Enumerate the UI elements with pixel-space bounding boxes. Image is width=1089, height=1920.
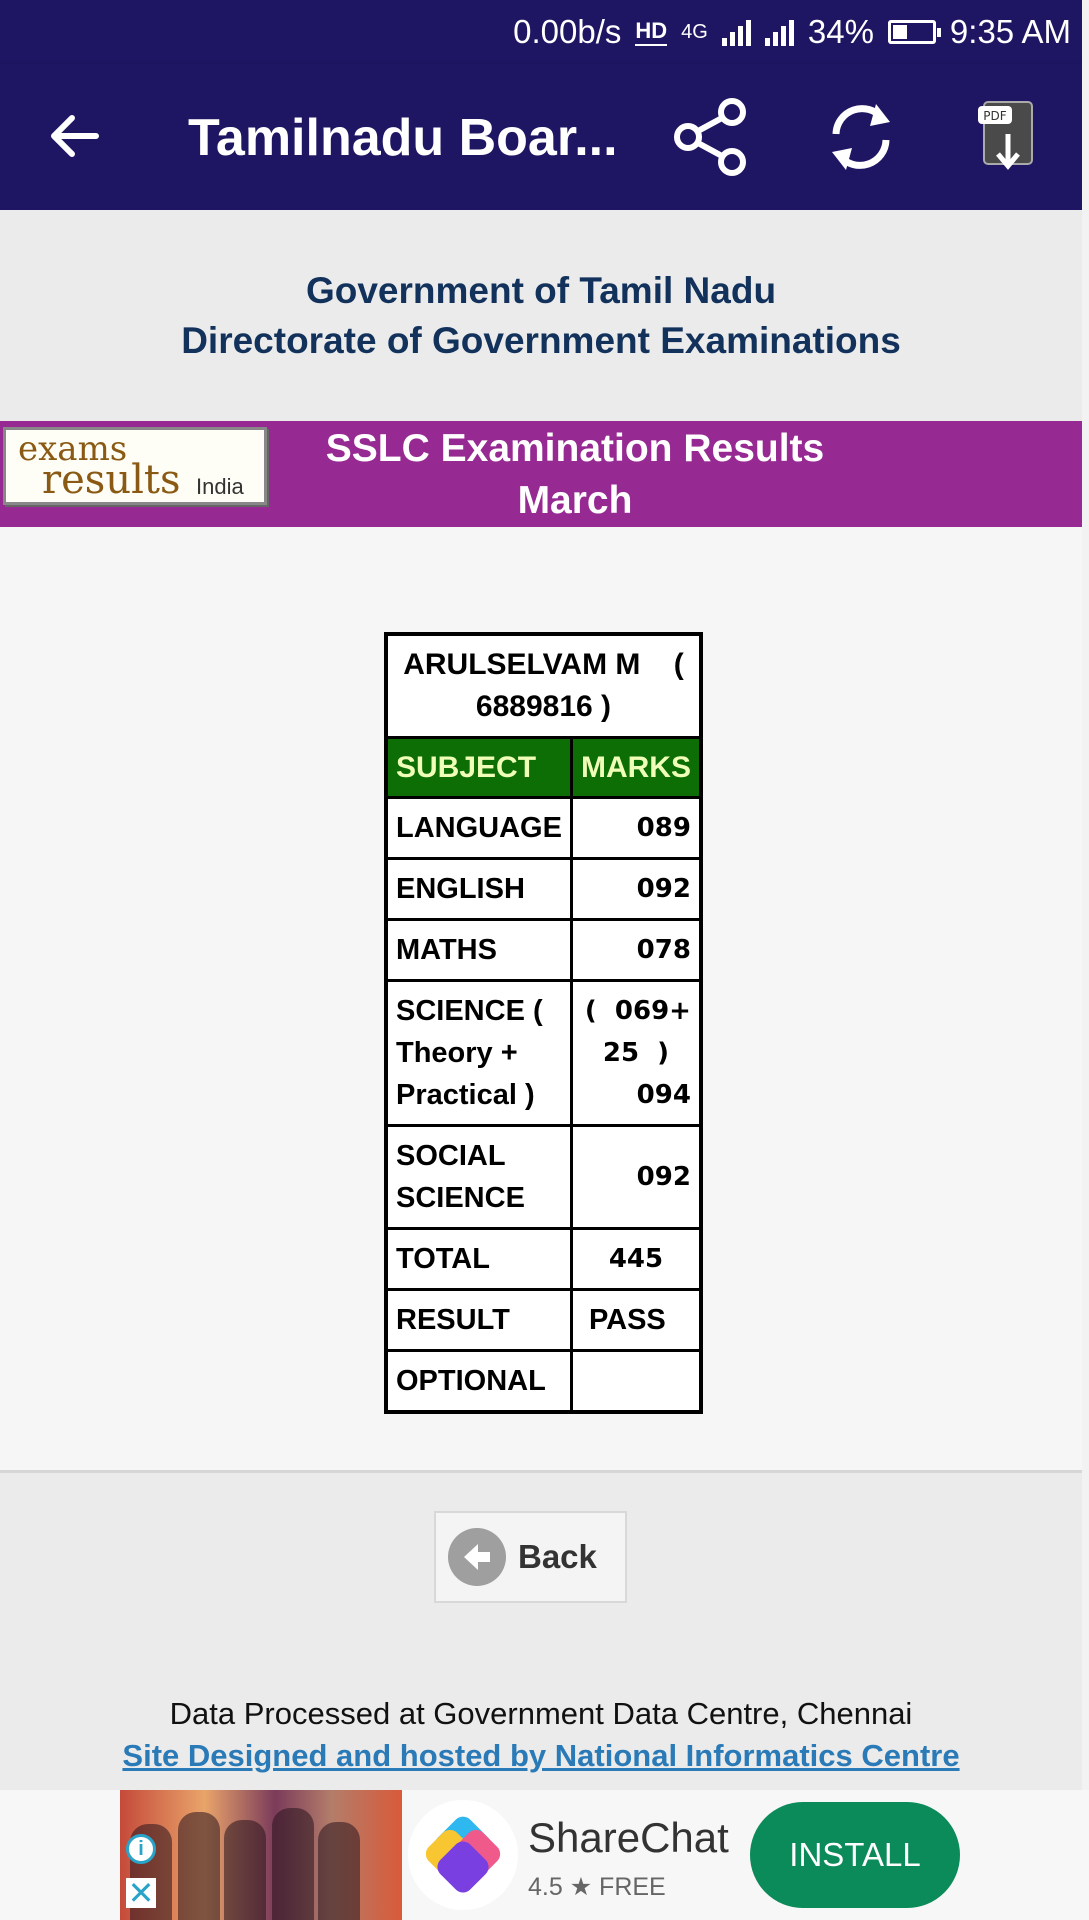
- table-row: TOTAL 445: [384, 1227, 703, 1291]
- subject-header: SUBJECT: [384, 736, 573, 799]
- table-row: SCIENCE ( Theory + Practical ) ( 069+ 25…: [384, 979, 703, 1127]
- ad-banner[interactable]: i ✕ ShareChat 4.5 ★ FREE INSTALL: [0, 1790, 1089, 1920]
- ad-image[interactable]: [120, 1790, 402, 1920]
- signal-icon: [721, 18, 751, 46]
- footer-processed-text: Data Processed at Government Data Centre…: [169, 1696, 913, 1731]
- table-row: MATHS 078: [384, 918, 703, 982]
- exam-banner: exams results India SSLC Examination Res…: [0, 421, 1082, 574]
- hd-indicator: HD: [635, 18, 668, 46]
- battery-icon: [887, 20, 941, 44]
- sharechat-logo-icon: [408, 1800, 518, 1910]
- share-icon[interactable]: [668, 94, 754, 180]
- nic-link[interactable]: Site Designed and hosted by National Inf…: [0, 1738, 1082, 1774]
- svg-text:PDF: PDF: [983, 109, 1006, 123]
- circle-back-arrow-icon: [448, 1528, 506, 1586]
- table-row: RESULT PASS: [384, 1288, 703, 1352]
- table-row: OPTIONAL: [384, 1349, 703, 1414]
- header-line-1: Government of Tamil Nadu: [305, 270, 777, 311]
- network-type: 4G: [681, 20, 708, 43]
- government-header: Government of Tamil Nadu Directorate of …: [0, 210, 1082, 420]
- content-divider: [0, 1470, 1082, 1473]
- ad-info-icon[interactable]: i: [126, 1834, 156, 1864]
- back-arrow-icon[interactable]: [44, 106, 104, 166]
- right-edge: [1082, 0, 1089, 1920]
- exams-results-logo: exams results India: [3, 427, 267, 505]
- refresh-icon[interactable]: [818, 94, 904, 180]
- marks-table: ARULSELVAM M ( 6889816 ) SUBJECT MARKS L…: [384, 632, 703, 1414]
- install-button[interactable]: INSTALL: [750, 1802, 960, 1908]
- app-bar: Tamilnadu Boar... PDF: [0, 64, 1082, 210]
- app-title: Tamilnadu Boar...: [188, 109, 618, 167]
- table-row: ENGLISH 092: [384, 857, 703, 921]
- ad-app-name: ShareChat: [528, 1814, 729, 1861]
- clock: 9:35 AM: [949, 13, 1071, 50]
- back-button[interactable]: Back: [434, 1511, 627, 1603]
- battery-percent: 34%: [807, 13, 874, 50]
- header-line-2: Directorate of Government Examinations: [181, 320, 901, 361]
- marks-header: MARKS: [569, 736, 703, 799]
- table-row: LANGUAGE 089: [384, 796, 703, 860]
- status-bar: 0.00b/s HD 4G 34% 9:35 AM: [0, 0, 1089, 64]
- back-button-label: Back: [518, 1538, 597, 1575]
- pdf-download-icon[interactable]: PDF: [968, 94, 1054, 180]
- ad-rating: 4.5 ★ FREE: [528, 1873, 666, 1901]
- ad-close-icon[interactable]: ✕: [126, 1877, 156, 1909]
- student-name-cell: ARULSELVAM M ( 6889816 ): [384, 632, 703, 739]
- footer-cut-off-text: [0, 1776, 1082, 1790]
- signal-2-icon: [764, 18, 794, 46]
- table-header-row: SUBJECT MARKS: [384, 736, 703, 799]
- table-row: SOCIAL SCIENCE 092: [384, 1124, 703, 1230]
- network-speed: 0.00b/s: [513, 13, 622, 50]
